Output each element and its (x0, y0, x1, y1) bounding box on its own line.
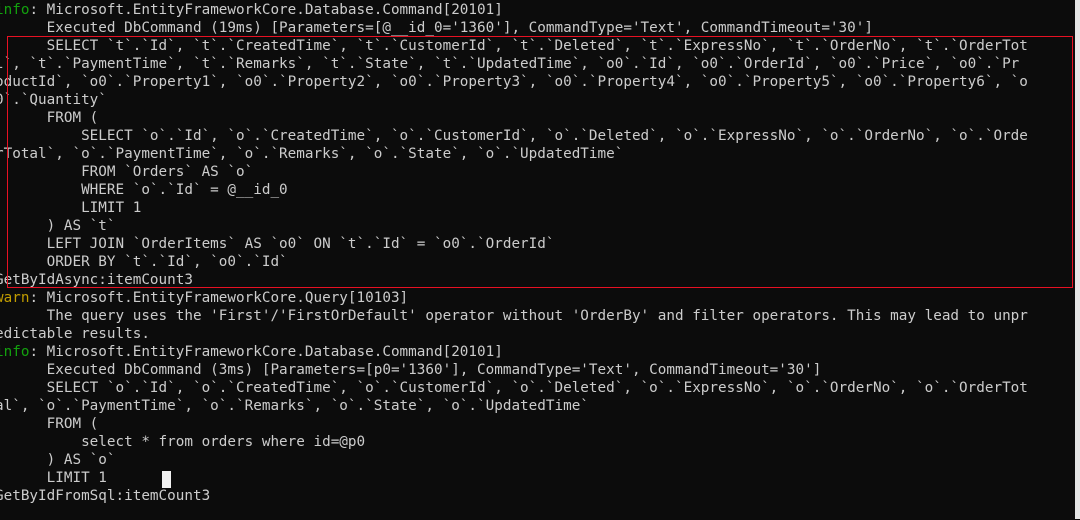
log-info-line: info: Microsoft.EntityFrameworkCore.Data… (0, 343, 1076, 361)
line-text: Executed DbCommand (3ms) [Parameters=[p0… (0, 362, 822, 378)
line-text: SELECT `o`.`Id`, `o`.`CreatedTime`, `o`.… (0, 380, 1028, 396)
line-text: LIMIT 1 (0, 200, 142, 216)
console-line: GetByIdAsync:itemCount3 (0, 271, 1076, 289)
line-text: : Microsoft.EntityFrameworkCore.Database… (29, 2, 503, 18)
line-text: oductId`, `o0`.`Property1`, `o0`.`Proper… (0, 74, 1028, 90)
console-line: SELECT `o`.`Id`, `o`.`CreatedTime`, `o`.… (0, 379, 1076, 397)
console-line: ) AS `t` (0, 217, 1076, 235)
console-line: WHERE `o`.`Id` = @__id_0 (0, 181, 1076, 199)
console-line: SELECT `t`.`Id`, `t`.`CreatedTime`, `t`.… (0, 37, 1076, 55)
line-text: 0`.`Quantity` (0, 92, 107, 108)
console-line: LEFT JOIN `OrderItems` AS `o0` ON `t`.`I… (0, 235, 1076, 253)
text-cursor (162, 471, 171, 488)
line-text: : Microsoft.EntityFrameworkCore.Query[10… (29, 290, 409, 306)
console-line: edictable results. (0, 325, 1076, 343)
line-text: al`, `o`.`PaymentTime`, `o`.`Remarks`, `… (0, 398, 589, 414)
console-line: ORDER BY `t`.`Id`, `o0`.`Id` (0, 253, 1076, 271)
console-line: al`, `o`.`PaymentTime`, `o`.`Remarks`, `… (0, 397, 1076, 415)
console-line: LIMIT 1 (0, 199, 1076, 217)
log-level-warn: warn (0, 290, 30, 306)
console-line: rTotal`, `o`.`PaymentTime`, `o`.`Remarks… (0, 145, 1076, 163)
console-output[interactable]: info: Microsoft.EntityFrameworkCore.Data… (0, 1, 1076, 520)
line-text: ) AS `t` (0, 218, 116, 234)
console-line: ) AS `o` (0, 451, 1076, 469)
console-line: The query uses the 'First'/'FirstOrDefau… (0, 307, 1076, 325)
line-text: SELECT `t`.`Id`, `t`.`CreatedTime`, `t`.… (0, 38, 1028, 54)
line-text: GetByIdFromSql:itemCount3 (0, 488, 211, 504)
line-text: LEFT JOIN `OrderItems` AS `o0` ON `t`.`I… (0, 236, 555, 252)
line-text: WHERE `o`.`Id` = @__id_0 (0, 182, 288, 198)
line-text: FROM ( (0, 416, 99, 432)
console-line: FROM ( (0, 109, 1076, 127)
line-text: l`, `t`.`PaymentTime`, `t`.`Remarks`, `t… (0, 56, 1020, 72)
console-line: GetByIdFromSql:itemCount3 (0, 487, 1076, 505)
line-text: FROM ( (0, 110, 99, 126)
console-line: Executed DbCommand (19ms) [Parameters=[@… (0, 19, 1076, 37)
line-text: : Microsoft.EntityFrameworkCore.Database… (29, 344, 503, 360)
console-line: FROM ( (0, 415, 1076, 433)
line-text: LIMIT 1 (0, 470, 107, 486)
console-line: Executed DbCommand (3ms) [Parameters=[p0… (0, 361, 1076, 379)
console-line: oductId`, `o0`.`Property1`, `o0`.`Proper… (0, 73, 1076, 91)
console-line: select * from orders where id=@p0 (0, 433, 1076, 451)
log-warn-line: warn: Microsoft.EntityFrameworkCore.Quer… (0, 289, 1076, 307)
vertical-scrollbar[interactable] (1075, 0, 1080, 519)
line-text: Executed DbCommand (19ms) [Parameters=[@… (0, 20, 873, 36)
console-line: l`, `t`.`PaymentTime`, `t`.`Remarks`, `t… (0, 55, 1076, 73)
console-line: FROM `Orders` AS `o` (0, 163, 1076, 181)
line-text: The query uses the 'First'/'FirstOrDefau… (0, 308, 1028, 324)
console-line: SELECT `o`.`Id`, `o`.`CreatedTime`, `o`.… (0, 127, 1076, 145)
line-text: GetByIdAsync:itemCount3 (0, 272, 193, 288)
log-info-line: info: Microsoft.EntityFrameworkCore.Data… (0, 1, 1076, 19)
line-text: ORDER BY `t`.`Id`, `o0`.`Id` (0, 254, 288, 270)
line-text: SELECT `o`.`Id`, `o`.`CreatedTime`, `o`.… (0, 128, 1028, 144)
line-text: ) AS `o` (0, 452, 116, 468)
line-text: FROM `Orders` AS `o` (0, 164, 254, 180)
log-level-info: info (0, 2, 30, 18)
line-text: rTotal`, `o`.`PaymentTime`, `o`.`Remarks… (0, 146, 624, 162)
console-line: 0`.`Quantity` (0, 91, 1076, 109)
log-level-info: info (0, 344, 30, 360)
line-text: select * from orders where id=@p0 (0, 434, 366, 450)
line-text: edictable results. (0, 326, 150, 342)
